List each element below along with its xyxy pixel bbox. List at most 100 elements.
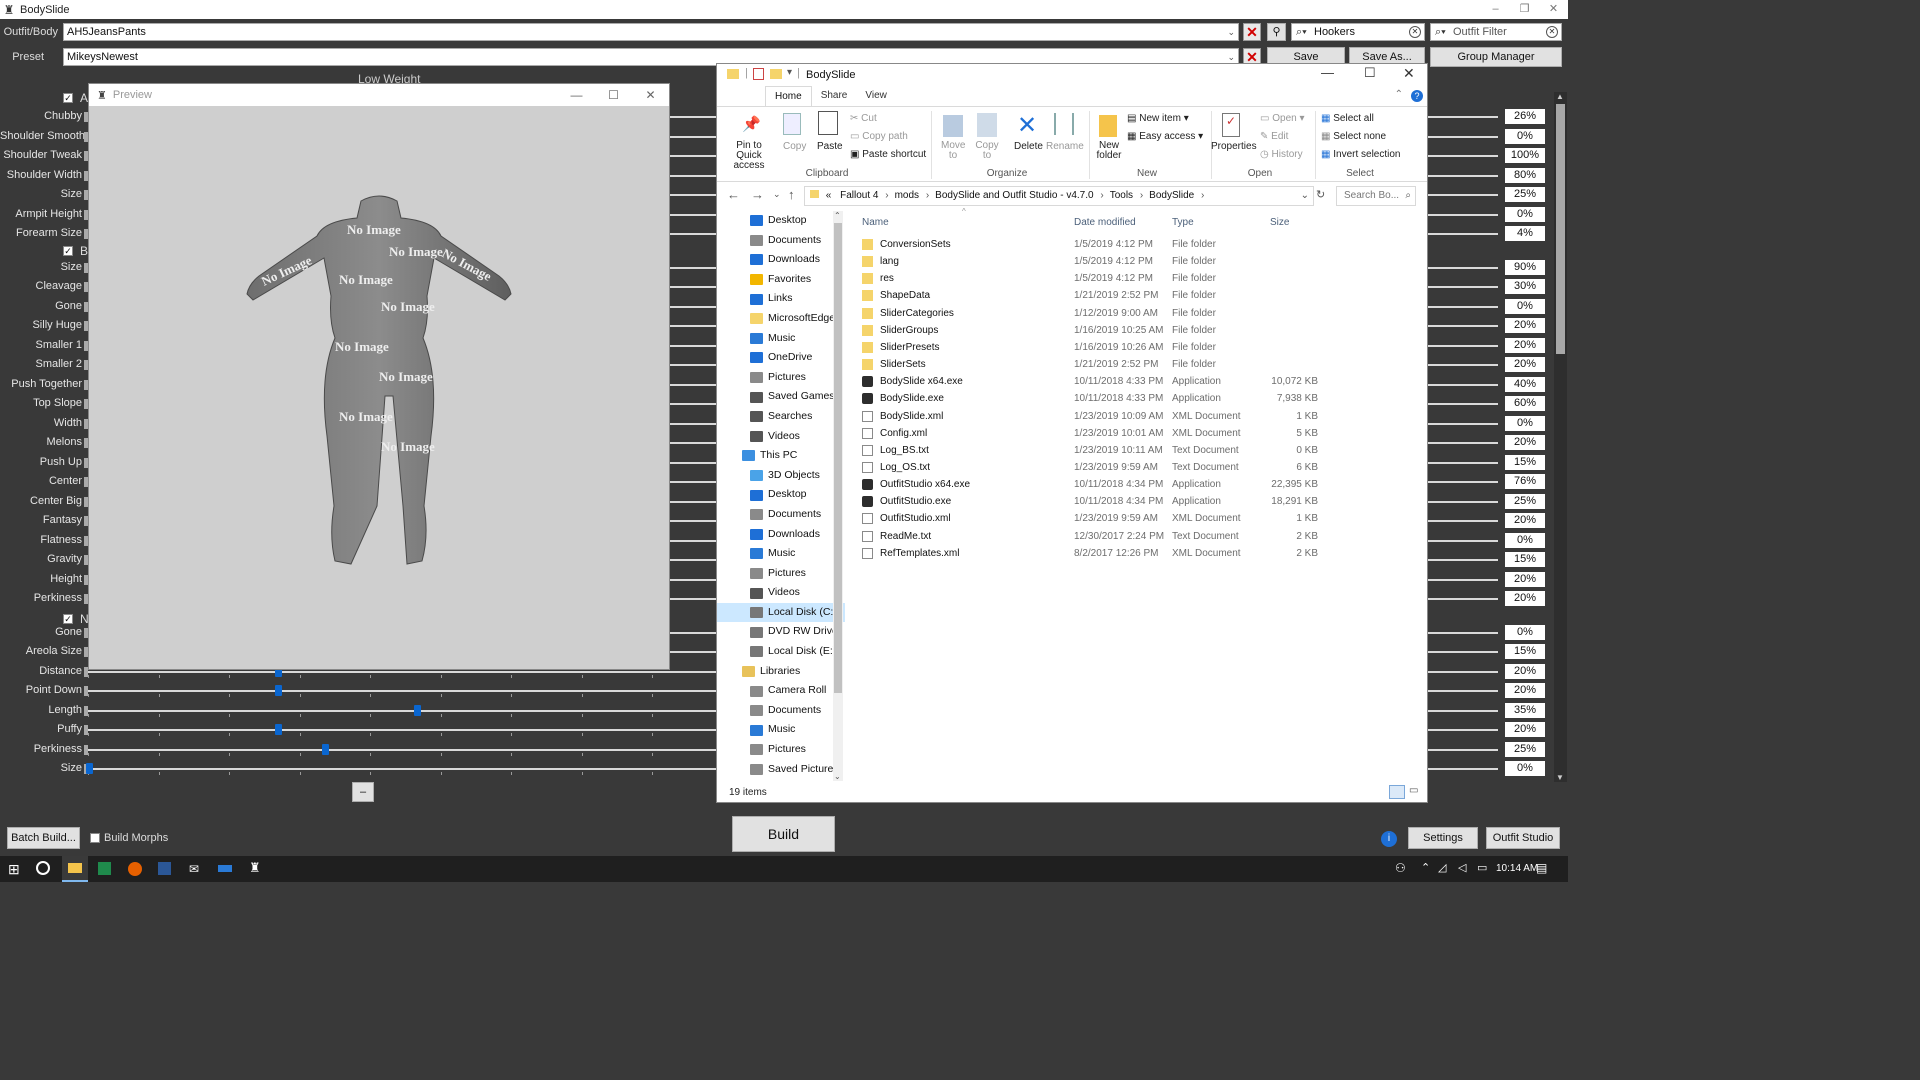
help-icon[interactable]: ? bbox=[1411, 90, 1423, 102]
nav-item[interactable]: This PC bbox=[717, 446, 845, 466]
slider-value-input[interactable]: 0% bbox=[1505, 532, 1545, 548]
nav-item[interactable]: Saved Pictures bbox=[717, 760, 845, 780]
nav-item[interactable]: Saved Games bbox=[717, 387, 845, 407]
slider-value-input[interactable]: 0% bbox=[1505, 298, 1545, 314]
file-row[interactable]: Config.xml 1/23/2019 10:01 AM XML Document… bbox=[850, 425, 1410, 442]
breadcrumb-item[interactable]: BodySlide bbox=[1149, 190, 1194, 201]
batch-build-button[interactable]: Batch Build... bbox=[7, 827, 80, 849]
show-hidden-icons-icon[interactable]: ⌃ bbox=[1421, 861, 1430, 874]
breadcrumb-item[interactable]: BodySlide and Outfit Studio - v4.7.0 bbox=[935, 190, 1093, 201]
slider-value-input[interactable]: 25% bbox=[1505, 493, 1545, 509]
nav-item[interactable]: Favorites bbox=[717, 270, 845, 290]
customize-toolbar-icon[interactable]: ▾ bbox=[787, 67, 792, 78]
high-weight-slider[interactable] bbox=[1428, 383, 1498, 386]
tab-share[interactable]: Share bbox=[812, 86, 857, 106]
info-icon[interactable]: i bbox=[1381, 831, 1397, 847]
nav-item[interactable]: Pictures bbox=[717, 740, 845, 760]
slider-value-input[interactable]: 0% bbox=[1505, 624, 1545, 640]
navigation-pane[interactable]: Desktop Documents Downloads Favorites Links M… bbox=[717, 211, 845, 781]
explorer-close-button[interactable]: ✕ bbox=[1403, 65, 1415, 82]
copy-to-button[interactable]: Copy to bbox=[975, 141, 999, 161]
slider-value-input[interactable]: 15% bbox=[1505, 552, 1545, 567]
file-row[interactable]: res 1/5/2019 4:12 PM File folder bbox=[850, 270, 1410, 287]
column-date[interactable]: Date modified bbox=[1074, 217, 1136, 228]
high-weight-slider[interactable] bbox=[1428, 422, 1498, 425]
slider-value-input[interactable]: 20% bbox=[1505, 337, 1545, 353]
new-folder-quick-icon[interactable] bbox=[770, 69, 782, 79]
collapse-button[interactable]: – bbox=[352, 782, 374, 802]
copy-path-button[interactable]: ▭ Copy path bbox=[850, 131, 908, 142]
open-button[interactable]: ▭ Open ▾ bbox=[1260, 113, 1305, 124]
app-icon[interactable] bbox=[218, 865, 232, 872]
high-weight-slider[interactable] bbox=[1428, 631, 1498, 634]
nav-item[interactable]: Documents bbox=[717, 701, 845, 721]
breadcrumb-overflow[interactable]: « bbox=[826, 190, 832, 201]
people-icon[interactable]: ⚇ bbox=[1395, 861, 1406, 875]
scroll-up-icon[interactable]: ⌃ bbox=[834, 211, 841, 220]
file-row[interactable]: Log_OS.txt 1/23/2019 9:59 AM Text Document… bbox=[850, 459, 1410, 476]
high-weight-slider[interactable] bbox=[1428, 559, 1498, 561]
section-checkbox[interactable]: ✓ bbox=[63, 246, 73, 256]
slider-thumb[interactable] bbox=[414, 704, 422, 716]
slider-value-input[interactable]: 20% bbox=[1505, 591, 1545, 606]
large-icons-view-icon[interactable]: ▭ bbox=[1409, 785, 1423, 799]
paste-button[interactable]: Paste bbox=[817, 141, 843, 152]
file-row[interactable]: ShapeData 1/21/2019 2:52 PM File folder bbox=[850, 287, 1410, 304]
build-morphs-checkbox[interactable] bbox=[90, 833, 100, 843]
back-icon[interactable]: ← bbox=[727, 187, 740, 202]
scroll-down-icon[interactable]: ⌄ bbox=[834, 772, 841, 781]
high-weight-slider[interactable] bbox=[1428, 520, 1498, 522]
nav-item[interactable]: Links bbox=[717, 289, 845, 309]
keyboard-icon[interactable]: ▭ bbox=[1477, 861, 1487, 874]
high-weight-slider[interactable] bbox=[1428, 690, 1498, 692]
slider-value-input[interactable]: 40% bbox=[1505, 376, 1545, 392]
file-row[interactable]: BodySlide.xml 1/23/2019 10:09 AM XML Docum… bbox=[850, 408, 1410, 425]
refresh-icon[interactable]: ↻ bbox=[1316, 188, 1325, 201]
nav-item[interactable]: Searches bbox=[717, 407, 845, 427]
pin-quick-access-button[interactable]: Pin to Quick access bbox=[723, 141, 775, 171]
collapse-ribbon-icon[interactable]: ⌃ bbox=[1395, 89, 1403, 100]
clock[interactable]: 10:14 AM bbox=[1496, 863, 1538, 874]
forward-icon[interactable]: → bbox=[751, 187, 764, 202]
nav-item[interactable]: DVD RW Drive bbox=[717, 622, 845, 642]
slider-thumb[interactable] bbox=[275, 685, 283, 696]
file-row[interactable]: BodySlide.exe 10/11/2018 4:33 PM Applicati… bbox=[850, 390, 1410, 407]
file-explorer-window[interactable]: | ▾ | BodySlide — ☐ ✕ Home Share View ⌃ … bbox=[716, 63, 1428, 803]
section-checkbox[interactable]: ✓ bbox=[63, 93, 73, 103]
slider-value-input[interactable]: 20% bbox=[1505, 663, 1545, 679]
new-item-button[interactable]: ▤ New item ▾ bbox=[1127, 113, 1189, 124]
explorer-maximize-button[interactable]: ☐ bbox=[1364, 65, 1376, 81]
file-row[interactable]: SliderSets 1/21/2019 2:52 PM File folder bbox=[850, 356, 1410, 373]
low-weight-slider[interactable] bbox=[88, 768, 716, 770]
file-list[interactable]: ConversionSets 1/5/2019 4:12 PM File folde… bbox=[850, 236, 1420, 776]
slider-value-input[interactable]: 20% bbox=[1505, 571, 1545, 587]
slider-value-input[interactable]: 20% bbox=[1505, 318, 1545, 333]
high-weight-slider[interactable] bbox=[1428, 500, 1498, 503]
recent-locations-icon[interactable]: ⌄ bbox=[773, 189, 781, 200]
slider-scrollbar[interactable]: ▲ ▼ bbox=[1554, 92, 1567, 782]
high-weight-slider[interactable] bbox=[1428, 155, 1498, 157]
file-row[interactable]: ConversionSets 1/5/2019 4:12 PM File folde… bbox=[850, 236, 1410, 253]
windows-start-icon[interactable]: ⊞ bbox=[8, 861, 20, 878]
slider-thumb[interactable] bbox=[275, 724, 283, 735]
copy-button[interactable]: Copy bbox=[783, 141, 806, 152]
breadcrumb-separator-icon[interactable]: › bbox=[882, 190, 888, 201]
breadcrumb-separator-icon[interactable]: › bbox=[1198, 190, 1204, 201]
new-folder-button[interactable]: New folder bbox=[1095, 141, 1123, 161]
file-explorer-taskbar-icon[interactable] bbox=[62, 856, 88, 882]
high-weight-slider[interactable] bbox=[1428, 768, 1498, 770]
high-weight-slider[interactable] bbox=[1428, 233, 1498, 235]
low-weight-slider[interactable] bbox=[88, 748, 716, 751]
tab-view[interactable]: View bbox=[856, 86, 896, 106]
nav-item[interactable]: Music bbox=[717, 329, 845, 349]
outfit-studio-button[interactable]: Outfit Studio bbox=[1486, 827, 1560, 849]
body-mesh-preview[interactable]: No Image No Image No Image No Image No I… bbox=[89, 106, 669, 669]
high-weight-slider[interactable] bbox=[1428, 305, 1498, 308]
firefox-icon[interactable] bbox=[128, 862, 142, 876]
high-weight-slider[interactable] bbox=[1428, 116, 1498, 118]
high-weight-slider[interactable] bbox=[1428, 174, 1498, 177]
preview-close-button[interactable]: ✕ bbox=[632, 84, 669, 106]
high-weight-slider[interactable] bbox=[1428, 598, 1498, 600]
nav-item[interactable]: Downloads bbox=[717, 525, 845, 545]
move-to-button[interactable]: Move to bbox=[941, 141, 965, 161]
